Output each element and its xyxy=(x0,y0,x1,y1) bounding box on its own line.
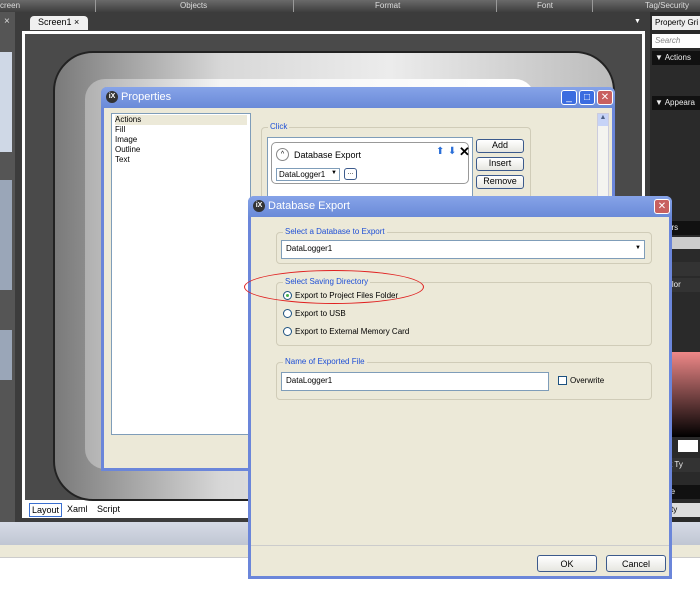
insert-button[interactable]: Insert xyxy=(476,157,524,171)
ribbon-group-tag-security[interactable]: Tag/Security xyxy=(645,1,689,10)
cancel-button[interactable]: Cancel xyxy=(606,555,666,572)
ribbon-group-format[interactable]: Format xyxy=(375,1,400,10)
panel-title: Property Gri xyxy=(652,16,700,30)
tab-close-icon[interactable]: × xyxy=(74,17,79,27)
overwrite-checkbox[interactable]: Overwrite xyxy=(558,376,604,385)
radio-memory-card[interactable]: Export to External Memory Card xyxy=(283,327,409,336)
database-select[interactable]: DataLogger1 ▼ xyxy=(281,240,645,259)
database-export-dialog: iX Database Export ✕ Select a Database t… xyxy=(244,196,672,579)
minimize-button[interactable]: _ xyxy=(561,90,577,105)
collapse-icon[interactable]: ^ xyxy=(276,148,289,161)
remove-button[interactable]: Remove xyxy=(476,175,524,189)
category-item[interactable]: Outline xyxy=(115,145,247,155)
dialog-titlebar[interactable]: iX Database Export ✕ xyxy=(248,196,672,217)
app-icon: iX xyxy=(106,91,118,103)
add-button[interactable]: Add xyxy=(476,139,524,153)
tab-layout[interactable]: Layout xyxy=(29,503,63,517)
action-item: ^ Database Export ⬆ ⬇ ✕ DataLogger1 ▼ ... xyxy=(271,142,470,184)
ribbon-group-screen[interactable]: creen xyxy=(0,1,20,10)
window-title: Properties xyxy=(121,91,172,103)
left-panel: × xyxy=(0,12,15,522)
section-appearance[interactable]: ▼ Appeara xyxy=(652,96,700,110)
tab-dropdown-icon[interactable]: ▼ xyxy=(634,18,641,25)
close-icon[interactable]: × xyxy=(4,16,10,27)
section-actions[interactable]: ▼ Actions xyxy=(652,51,700,65)
category-item[interactable]: Text xyxy=(115,155,247,165)
move-down-icon[interactable]: ⬇ xyxy=(448,146,456,157)
delete-icon[interactable]: ✕ xyxy=(459,144,470,160)
app-icon: iX xyxy=(253,200,265,212)
dialog-title: Database Export xyxy=(268,200,350,212)
search-input[interactable]: Search xyxy=(652,34,700,48)
radio-usb[interactable]: Export to USB xyxy=(283,309,346,318)
panel-item[interactable] xyxy=(0,52,12,152)
filename-input[interactable]: DataLogger1 xyxy=(281,372,549,391)
panel-item[interactable] xyxy=(0,330,12,380)
close-button[interactable]: ✕ xyxy=(654,199,670,214)
ok-button[interactable]: OK xyxy=(537,555,597,572)
tab-script[interactable]: Script xyxy=(95,503,122,515)
move-up-icon[interactable]: ⬆ xyxy=(436,146,444,157)
close-button[interactable]: ✕ xyxy=(597,90,613,105)
ribbon-group-objects[interactable]: Objects xyxy=(180,1,207,10)
category-item[interactable]: Image xyxy=(115,135,247,145)
maximize-button[interactable]: □ xyxy=(579,90,595,105)
action-value-select[interactable]: DataLogger1 ▼ xyxy=(276,168,340,181)
tab-label: Screen1 xyxy=(38,17,72,27)
divider xyxy=(251,545,669,546)
highlight-ellipse xyxy=(244,270,424,304)
tab-xaml[interactable]: Xaml xyxy=(65,503,90,515)
action-name: Database Export xyxy=(294,150,362,160)
properties-titlebar[interactable]: iX Properties _ □ ✕ xyxy=(101,87,615,108)
category-item[interactable]: Actions xyxy=(115,115,247,125)
ribbon-group-font[interactable]: Font xyxy=(537,1,553,10)
ribbon: creen Objects Format Font Tag/Security xyxy=(0,0,700,12)
filename-label: Name of Exported File xyxy=(283,357,367,366)
category-item[interactable]: Fill xyxy=(115,125,247,135)
category-list: Actions Fill Image Outline Text xyxy=(111,113,251,435)
color-swatch[interactable] xyxy=(678,440,698,452)
panel-item[interactable] xyxy=(0,180,12,290)
tab-screen1[interactable]: Screen1 × xyxy=(30,16,88,30)
browse-button[interactable]: ... xyxy=(344,168,357,180)
database-label: Select a Database to Export xyxy=(283,227,387,236)
event-label: Click xyxy=(268,122,290,131)
